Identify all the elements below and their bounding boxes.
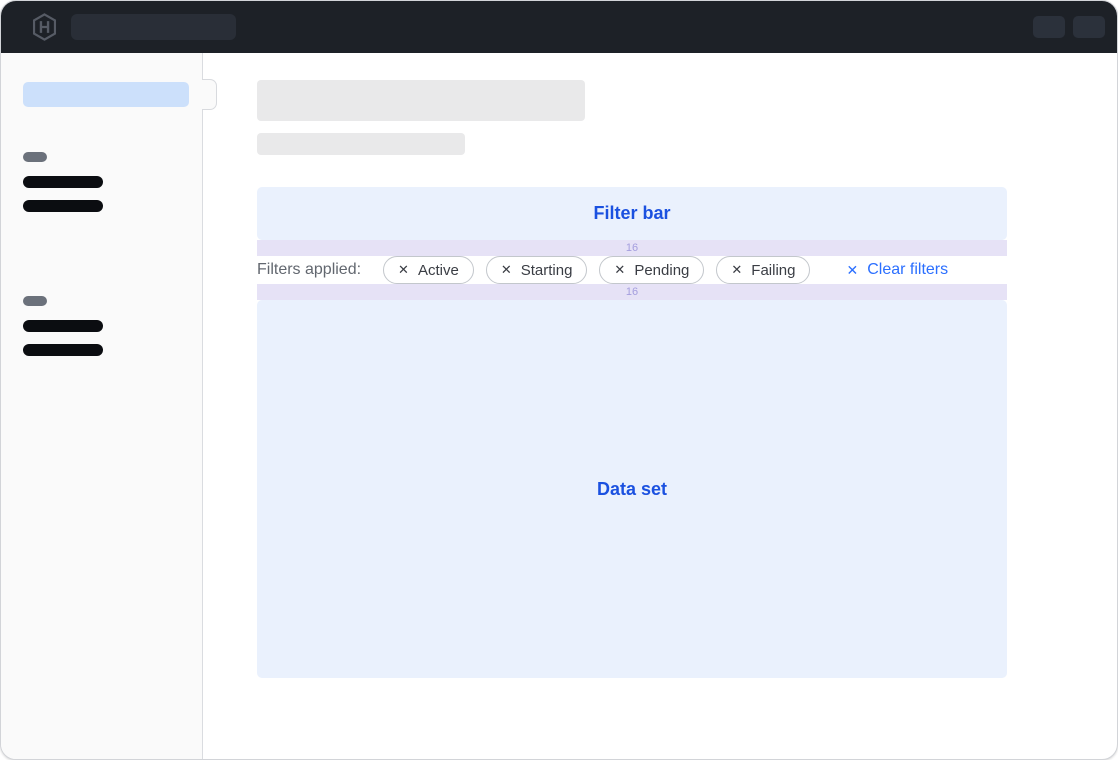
nav-action-button-2[interactable]	[1073, 16, 1105, 38]
filter-tag-label: Pending	[634, 262, 689, 279]
filter-tag-label: Starting	[521, 262, 573, 279]
sidebar-active-nav-item[interactable]	[23, 82, 189, 107]
sidebar	[1, 53, 203, 759]
filter-bar-region: Filter bar	[257, 187, 1007, 240]
filter-tag-failing[interactable]: ✕ Failing	[716, 256, 810, 284]
nav-search-placeholder[interactable]	[71, 14, 236, 40]
spacing-value: 16	[626, 240, 638, 256]
page-subtitle-placeholder	[257, 133, 465, 155]
hashicorp-logo-icon	[31, 13, 58, 41]
spacing-value: 16	[626, 284, 638, 300]
sidebar-nav-item-placeholder[interactable]	[23, 200, 103, 212]
filter-tag-label: Failing	[751, 262, 795, 279]
applied-filters-row: Filters applied: ✕ Active ✕ Starting ✕ P…	[257, 256, 1007, 284]
sidebar-nav-item-placeholder[interactable]	[23, 344, 103, 356]
dismiss-icon[interactable]: ✕	[398, 262, 409, 278]
spacing-annotation-bottom: 16	[257, 284, 1007, 300]
page-title-placeholder	[257, 80, 585, 121]
clear-filters-link[interactable]: ✕ Clear filters	[846, 261, 948, 279]
filter-tag-active[interactable]: ✕ Active	[383, 256, 474, 284]
sidebar-toggle-handle[interactable]	[202, 79, 217, 110]
sidebar-section-label-placeholder	[23, 296, 47, 306]
sidebar-nav-item-placeholder[interactable]	[23, 176, 103, 188]
data-set-region: Data set	[257, 300, 1007, 678]
filter-tag-label: Active	[418, 262, 459, 279]
sidebar-section-label-placeholder	[23, 152, 47, 162]
filters-applied-label: Filters applied:	[257, 261, 361, 279]
nav-action-button-1[interactable]	[1033, 16, 1065, 38]
filter-tag-pending[interactable]: ✕ Pending	[599, 256, 704, 284]
clear-filters-label: Clear filters	[867, 261, 948, 279]
dismiss-icon[interactable]: ✕	[614, 262, 625, 278]
app-window: Filter bar 16 Filters applied: ✕ Active …	[0, 0, 1118, 760]
filter-tag-starting[interactable]: ✕ Starting	[486, 256, 588, 284]
spacing-annotation-top: 16	[257, 240, 1007, 256]
sidebar-nav-item-placeholder[interactable]	[23, 320, 103, 332]
data-set-region-label: Data set	[597, 479, 667, 500]
clear-filters-icon[interactable]: ✕	[846, 262, 858, 279]
dismiss-icon[interactable]: ✕	[731, 262, 742, 278]
top-nav-bar	[1, 1, 1117, 53]
dismiss-icon[interactable]: ✕	[501, 262, 512, 278]
filter-bar-region-label: Filter bar	[593, 203, 670, 224]
